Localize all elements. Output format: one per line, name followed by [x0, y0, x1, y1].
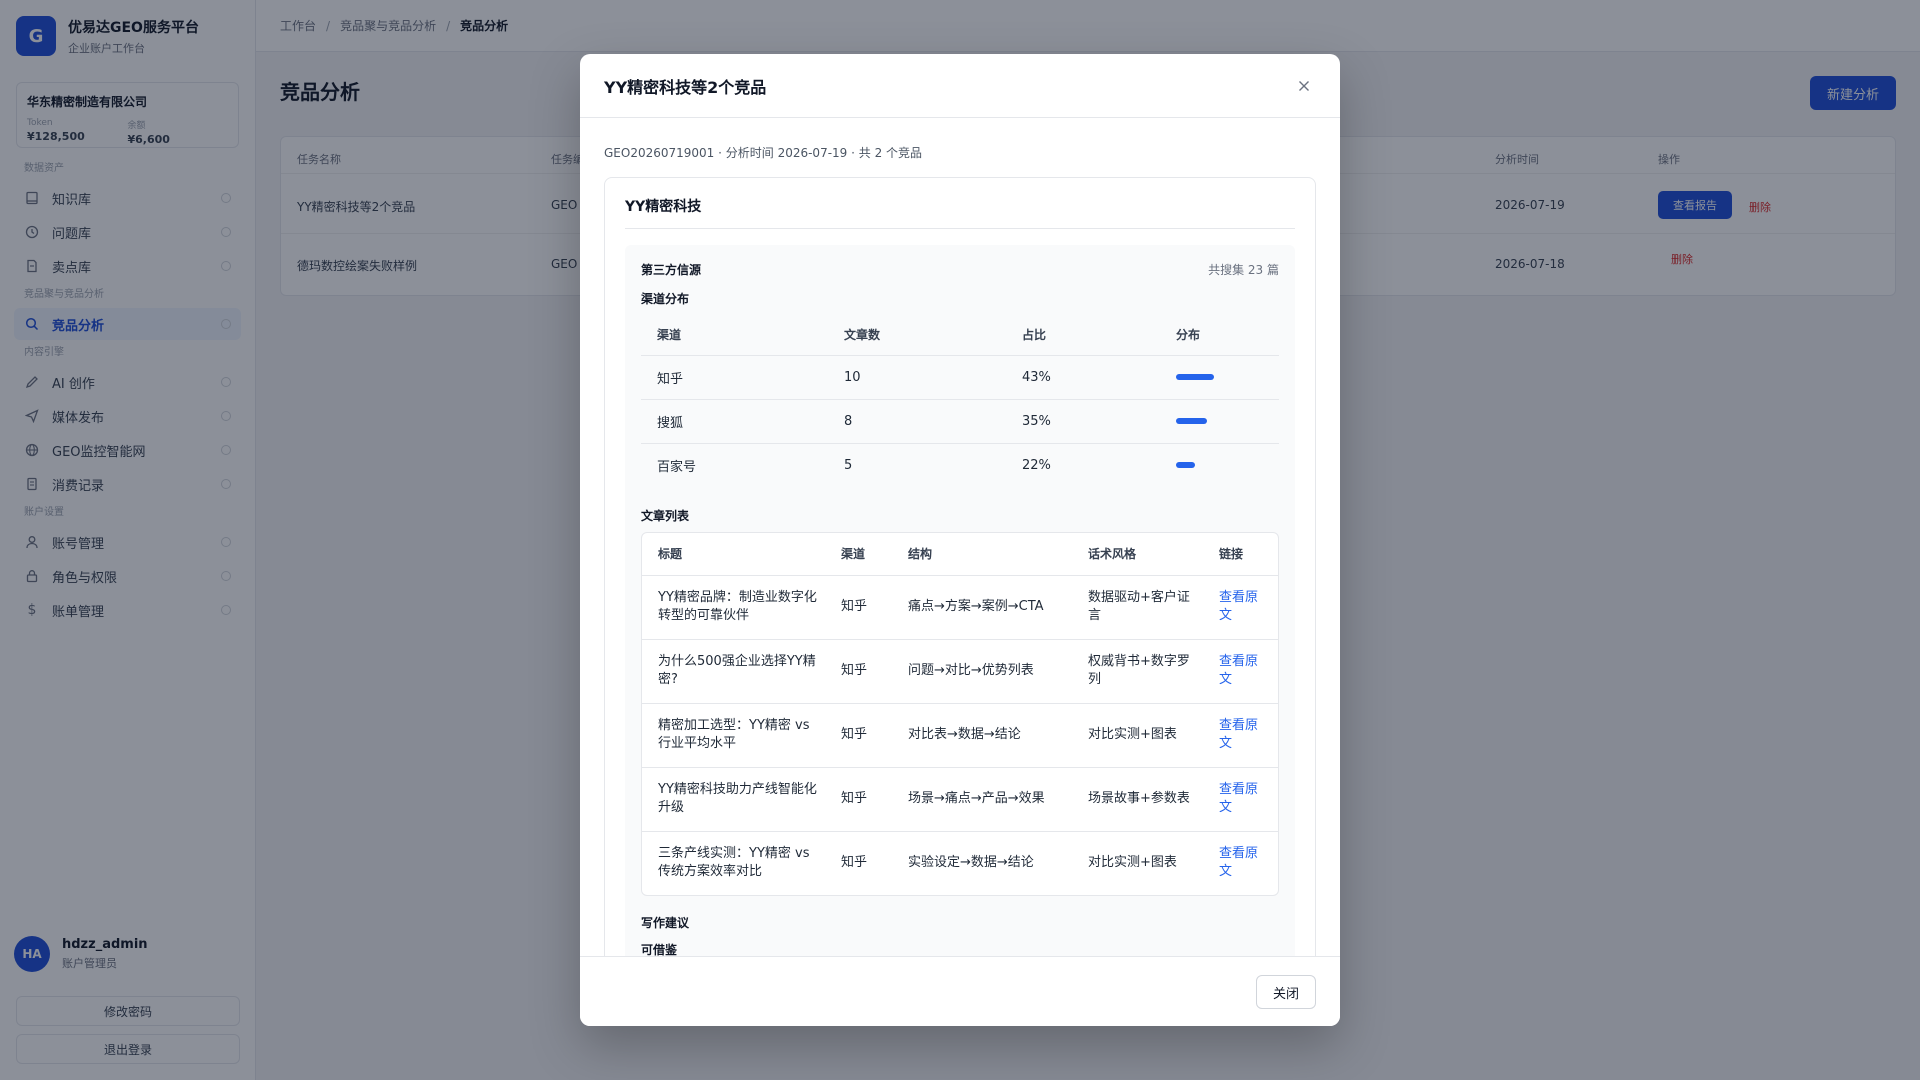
article-channel: 知乎: [825, 575, 892, 640]
column-header: 渠道: [641, 315, 828, 356]
article-style: 数据驱动+客户证言: [1072, 575, 1203, 640]
distribution-bar-fill: [1176, 374, 1214, 380]
view-original-link[interactable]: 查看原文: [1219, 846, 1258, 879]
table-row: 为什么500强企业选择YY精密? 知乎 问题→对比→优势列表 权威背书+数字罗列…: [642, 639, 1278, 704]
close-button[interactable]: 关闭: [1256, 975, 1316, 1009]
table-row: YY精密品牌：制造业数字化转型的可靠伙伴 知乎 痛点→方案→案例→CTA 数据驱…: [642, 575, 1278, 640]
channel-name: 百家号: [657, 459, 697, 475]
competitor-name: YY精密科技: [625, 196, 1295, 229]
table-row: 三条产线实测：YY精密 vs 传统方案效率对比 知乎 实验设定→数据→结论 对比…: [642, 831, 1278, 895]
article-style: 场景故事+参数表: [1072, 767, 1203, 832]
analysis-meta: GEO20260719001 · 分析时间 2026-07-19 · 共 2 个…: [604, 146, 923, 160]
modal-footer: 关闭: [580, 956, 1340, 1026]
table-row: 搜狐 8 35%: [641, 399, 1279, 444]
column-header: 文章数: [828, 315, 1006, 356]
distribution-bar-fill: [1176, 462, 1195, 469]
column-header: 渠道: [825, 533, 892, 576]
channel-table: 渠道 文章数 占比 分布 知乎 10 43% 搜狐 8 35% 百家号 5 22…: [641, 315, 1279, 487]
channel-percent: 22%: [1022, 457, 1051, 473]
column-header: 结构: [892, 533, 1072, 576]
article-title: 精密加工选型：YY精密 vs 行业平均水平: [642, 703, 825, 768]
view-original-link[interactable]: 查看原文: [1219, 718, 1258, 751]
article-channel: 知乎: [825, 767, 892, 832]
article-channel: 知乎: [841, 855, 868, 871]
column-header: 分布: [1160, 315, 1279, 356]
section-title: 第三方信源: [641, 263, 702, 277]
third-party-sources: 第三方信源 共搜集 23 篇 渠道分布 渠道 文章数 占比 分布 知乎 10 4…: [625, 245, 1295, 956]
article-structure: 场景→痛点→产品→效果: [892, 767, 1072, 832]
article-channel: 知乎: [825, 639, 892, 704]
view-original-link[interactable]: 查看原文: [1219, 654, 1258, 687]
article-style: 对比实测+图表: [1072, 703, 1203, 768]
modal-title: YY精密科技等2个竞品: [604, 77, 767, 97]
modal-body[interactable]: GEO20260719001 · 分析时间 2026-07-19 · 共 2 个…: [580, 118, 1340, 956]
article-title: 为什么500强企业选择YY精密?: [642, 639, 825, 704]
channel-name: 知乎: [641, 355, 828, 400]
table-row: 百家号 5 22%: [641, 443, 1279, 487]
close-icon[interactable]: [1292, 74, 1316, 98]
source-count: 共搜集 23 篇: [1208, 263, 1279, 277]
distribution-bar-fill: [1176, 418, 1207, 424]
analysis-modal: YY精密科技等2个竞品 GEO20260719001 · 分析时间 2026-0…: [580, 54, 1340, 1026]
column-header: 链接: [1203, 533, 1278, 576]
article-title: YY精密科技助力产线智能化升级: [642, 767, 825, 832]
competitor-card: YY精密科技 第三方信源 共搜集 23 篇 渠道分布 渠道 文章数 占比 分布: [604, 177, 1316, 956]
table-row: YY精密科技助力产线智能化升级 知乎 场景→痛点→产品→效果 场景故事+参数表 …: [642, 767, 1278, 832]
channel-count: 8: [828, 399, 1006, 444]
distribution-bar: [1176, 462, 1236, 469]
modal-header: YY精密科技等2个竞品: [580, 54, 1340, 118]
article-table: 标题 渠道 结构 话术风格 链接 YY精密品牌：制造业数字化转型的可靠伙伴 知乎: [641, 532, 1279, 896]
article-structure: 痛点→方案→案例→CTA: [892, 575, 1072, 640]
column-header: 占比: [1006, 315, 1160, 356]
article-style: 权威背书+数字罗列: [1072, 639, 1203, 704]
view-original-link[interactable]: 查看原文: [1219, 590, 1258, 623]
channel-percent: 43%: [1006, 355, 1160, 400]
table-row: 知乎 10 43%: [641, 355, 1279, 400]
writing-suggestions-title: 写作建议: [641, 916, 690, 930]
view-original-link[interactable]: 查看原文: [1219, 782, 1258, 815]
article-structure: 对比表→数据→结论: [892, 703, 1072, 768]
distribution-bar: [1176, 418, 1236, 424]
article-structure: 实验设定→数据→结论: [908, 855, 1034, 871]
channel-distribution-title: 渠道分布: [641, 292, 690, 306]
article-channel: 知乎: [825, 703, 892, 768]
channel-count: 5: [844, 457, 853, 473]
article-style: 对比实测+图表: [1088, 855, 1177, 871]
column-header: 话术风格: [1072, 533, 1203, 576]
distribution-bar: [1176, 374, 1236, 380]
channel-percent: 35%: [1006, 399, 1160, 444]
channel-name: 搜狐: [641, 399, 828, 444]
article-structure: 问题→对比→优势列表: [892, 639, 1072, 704]
article-title: 三条产线实测：YY精密 vs 传统方案效率对比: [658, 846, 810, 880]
article-list-title: 文章列表: [641, 509, 690, 523]
column-header: 标题: [642, 533, 825, 576]
article-title: YY精密品牌：制造业数字化转型的可靠伙伴: [642, 575, 825, 640]
table-row: 精密加工选型：YY精密 vs 行业平均水平 知乎 对比表→数据→结论 对比实测+…: [642, 703, 1278, 768]
borrowable-title: 可借鉴: [641, 943, 678, 956]
channel-count: 10: [828, 355, 1006, 400]
